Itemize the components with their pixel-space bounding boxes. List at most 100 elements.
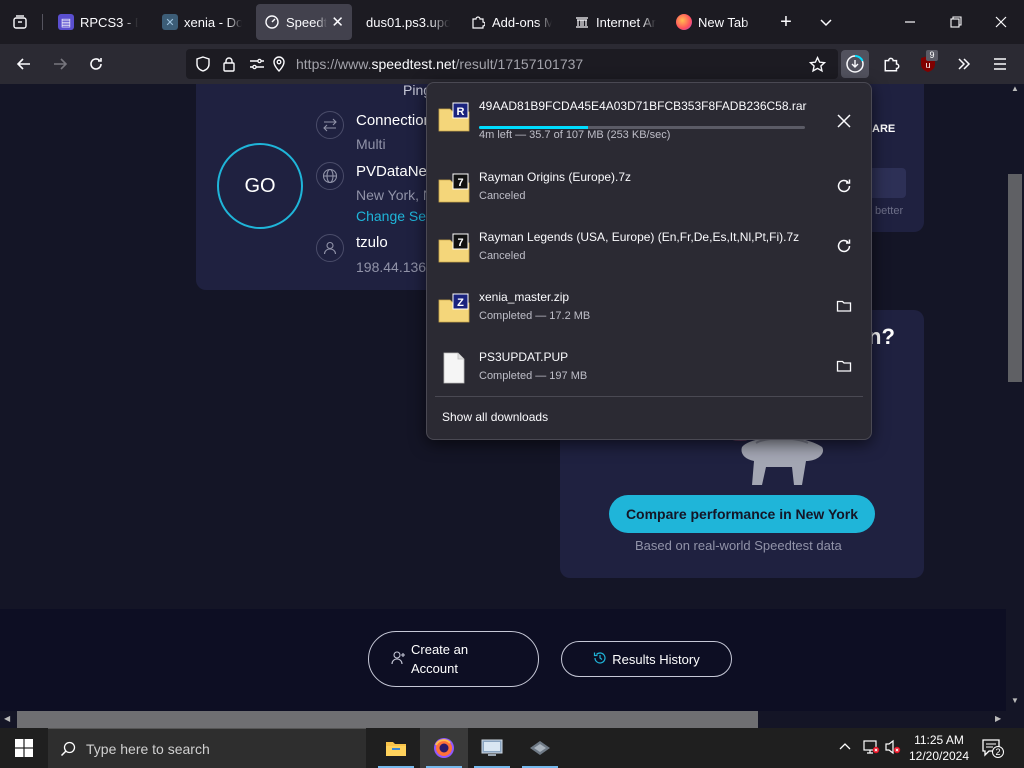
restore-button[interactable] (942, 8, 970, 36)
tab-label: New Tab (698, 14, 749, 30)
svg-text:Z: Z (457, 297, 464, 309)
show-in-folder-icon[interactable] (832, 354, 856, 378)
7z-archive-icon: 7 (438, 173, 470, 203)
results-history-label: Results History (612, 651, 700, 667)
zip-archive-icon: Z (438, 293, 470, 323)
svg-text:7: 7 (457, 237, 463, 249)
create-account-line1: Create an (411, 642, 469, 657)
download-item[interactable]: R 49AAD81B9FCDA45E4A03D71BFCB353F8FADB23… (427, 91, 871, 151)
scroll-right-icon[interactable]: ▶ (995, 714, 1001, 723)
bookmark-star-icon[interactable] (808, 55, 826, 73)
download-filename: Rayman Origins (Europe).7z (479, 170, 632, 184)
close-window-button[interactable] (987, 8, 1015, 36)
tab-new-tab[interactable]: New Tab (668, 4, 766, 40)
firefox-icon (676, 14, 692, 30)
close-tab-icon[interactable]: ✕ (331, 13, 344, 31)
network-icon[interactable] (862, 739, 880, 760)
notifications-icon[interactable]: 2 (982, 738, 1004, 763)
search-icon (60, 741, 76, 757)
extensions-puzzle-icon[interactable] (878, 50, 906, 78)
download-status: Canceled (479, 190, 526, 202)
overflow-menu-icon[interactable] (950, 50, 978, 78)
file-icon (443, 352, 465, 384)
taskbar-clock[interactable]: 11:25 AM 12/20/2024 (906, 732, 972, 764)
vm-app-taskbar-icon[interactable] (516, 728, 564, 768)
tab-label: dus01.ps3.upd (366, 14, 450, 30)
download-item[interactable]: Z xenia_master.zip Completed — 17.2 MB (427, 282, 871, 342)
firefox-taskbar-icon[interactable] (420, 728, 468, 768)
new-tab-button[interactable]: + (772, 8, 800, 36)
windows-logo-icon (15, 739, 33, 757)
file-explorer-taskbar-icon[interactable] (372, 728, 420, 768)
url-prefix: https://www. (296, 56, 372, 72)
vertical-scroll-thumb[interactable] (1008, 174, 1022, 382)
provider-label: PVDataNet (356, 163, 432, 180)
downloads-button[interactable] (841, 50, 869, 78)
7z-archive-icon: 7 (438, 233, 470, 263)
globe-icon (316, 162, 344, 190)
retry-download-icon[interactable] (832, 234, 856, 258)
horizontal-scrollbar[interactable]: ◀ ▶ (0, 711, 1024, 728)
download-status: Completed — 17.2 MB (479, 310, 591, 322)
tab-internet-archive[interactable]: Internet Ar (566, 4, 664, 40)
tab-label: Add-ons M (492, 14, 552, 30)
scroll-down-icon[interactable]: ▼ (1011, 696, 1019, 705)
retry-download-icon[interactable] (832, 174, 856, 198)
remote-desktop-taskbar-icon[interactable] (468, 728, 516, 768)
clock-date: 12/20/2024 (908, 749, 970, 763)
rpcs3-icon: ▤ (58, 14, 74, 30)
better-text: better (875, 205, 904, 217)
reload-button[interactable] (82, 50, 110, 78)
start-button[interactable] (0, 728, 48, 768)
download-filename: 49AAD81B9FCDA45E4A03D71BFCB353F8FADB236C… (479, 99, 807, 113)
url-bar[interactable]: https://www.speedtest.net/result/1715710… (186, 49, 838, 79)
results-history-button[interactable]: Results History (561, 641, 732, 677)
download-filename: xenia_master.zip (479, 290, 570, 304)
show-in-folder-icon[interactable] (832, 294, 856, 318)
forward-button[interactable] (46, 50, 74, 78)
lock-icon[interactable] (220, 55, 238, 73)
compare-performance-button[interactable]: Compare performance in New York (609, 495, 875, 533)
shield-icon[interactable] (194, 55, 212, 73)
tab-speedtest[interactable]: Speedtest ✕ (256, 4, 352, 40)
vertical-scrollbar[interactable]: ▲ ▼ (1006, 84, 1024, 711)
go-button[interactable]: GO (217, 143, 303, 229)
clock-time: 11:25 AM (914, 733, 964, 747)
location-icon[interactable] (270, 55, 288, 73)
volume-muted-icon[interactable] (884, 739, 902, 760)
download-item[interactable]: PS3UPDAT.PUP Completed — 197 MB (427, 342, 871, 402)
scroll-left-icon[interactable]: ◀ (4, 714, 10, 723)
ublock-origin-icon[interactable]: u 9 (914, 50, 942, 78)
minimize-button[interactable] (896, 8, 924, 36)
show-hidden-icons-chevron-icon[interactable] (838, 740, 852, 759)
page-footer: Create an Account Results History (0, 609, 1006, 711)
list-tabs-chevron-icon[interactable] (812, 8, 840, 36)
download-item[interactable]: 7 Rayman Origins (Europe).7z Canceled (427, 162, 871, 222)
tab-bar: ▤ RPCS3 - Do ✕ xenia - Do Speedtest ✕ du… (0, 0, 1024, 44)
download-status: 4m left — 35.7 of 107 MB (253 KB/sec) (479, 129, 671, 141)
tab-label: Speedtest (286, 14, 328, 30)
back-button[interactable] (10, 50, 38, 78)
create-account-button[interactable]: Create an Account (368, 631, 539, 687)
tab-overview-icon[interactable] (6, 8, 34, 36)
puzzle-icon (470, 14, 486, 30)
show-all-downloads-link[interactable]: Show all downloads (442, 410, 548, 424)
tab-label: Internet Ar (596, 14, 656, 30)
url-text[interactable]: https://www.speedtest.net/result/1715710… (296, 56, 583, 72)
provider-location: New York, N (356, 187, 434, 203)
download-status: Canceled (479, 250, 526, 262)
downloads-panel: R 49AAD81B9FCDA45E4A03D71BFCB353F8FADB23… (426, 82, 872, 440)
cancel-download-icon[interactable] (832, 109, 856, 133)
permissions-icon[interactable] (248, 55, 266, 73)
tab-rpcs3[interactable]: ▤ RPCS3 - Do (50, 4, 146, 40)
tab-addons[interactable]: Add-ons M (462, 4, 560, 40)
connections-value: Multi (356, 136, 386, 152)
app-menu-hamburger-icon[interactable] (986, 50, 1014, 78)
taskbar-search-box[interactable]: Type here to search (48, 728, 366, 768)
tab-dus01[interactable]: dus01.ps3.upd (358, 4, 458, 40)
download-item[interactable]: 7 Rayman Legends (USA, Europe) (En,Fr,De… (427, 222, 871, 282)
tab-xenia[interactable]: ✕ xenia - Do (154, 4, 250, 40)
xenia-icon: ✕ (162, 14, 178, 30)
horizontal-scroll-thumb[interactable] (17, 711, 758, 728)
scroll-up-icon[interactable]: ▲ (1011, 84, 1019, 93)
